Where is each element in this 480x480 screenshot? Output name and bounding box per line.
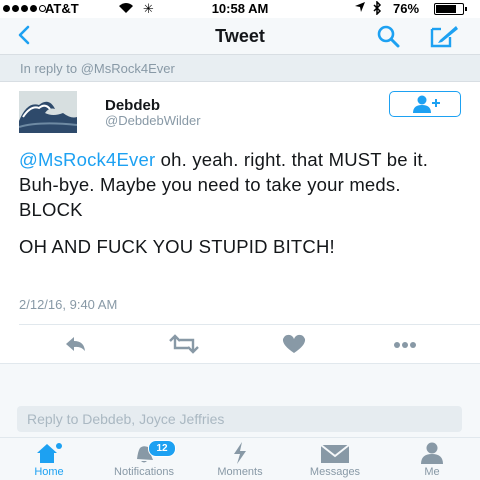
more-icon[interactable]: [385, 332, 425, 356]
conversation-spacer: [0, 363, 480, 403]
activity-spinner-icon: ✳: [143, 1, 154, 16]
search-icon[interactable]: [374, 22, 402, 50]
tweet-text-line2: OH AND FUCK YOU STUPID BITCH!: [19, 236, 335, 257]
carrier-name: AT&T: [45, 1, 79, 16]
avatar[interactable]: [19, 91, 77, 133]
bluetooth-icon: [372, 0, 382, 18]
wifi-icon: [118, 2, 134, 17]
tab-home[interactable]: Home: [8, 439, 90, 480]
compose-icon[interactable]: [428, 22, 462, 50]
retweet-icon[interactable]: [164, 332, 204, 356]
tab-me-label: Me: [424, 466, 440, 478]
tab-moments-label: Moments: [217, 466, 263, 478]
notification-count-badge: 12: [148, 440, 176, 457]
lightning-icon: [225, 441, 255, 468]
tab-messages[interactable]: Messages: [288, 439, 382, 480]
tab-notifications[interactable]: Notifications: [96, 439, 192, 480]
tweet-timestamp: 2/12/16, 9:40 AM: [19, 297, 118, 312]
tab-moments[interactable]: Moments: [198, 439, 282, 480]
tweet-text: @MsRock4Ever oh. yeah. right. that MUST …: [19, 147, 464, 271]
chevron-left-icon[interactable]: [12, 22, 38, 48]
home-icon: [34, 441, 64, 468]
status-bar: AT&T ✳ 10:58 AM 76%: [0, 0, 480, 18]
divider: [19, 324, 480, 325]
signal-strength-icon: [3, 5, 46, 13]
author-handle[interactable]: @DebdebWilder: [105, 113, 201, 128]
envelope-icon: [318, 441, 352, 468]
battery-fill: [436, 5, 456, 13]
location-arrow-icon: [354, 1, 366, 16]
reply-icon[interactable]: [54, 332, 94, 356]
like-icon[interactable]: [274, 332, 314, 356]
tab-messages-label: Messages: [309, 466, 361, 478]
mention-link[interactable]: @MsRock4Ever: [19, 149, 155, 170]
author-display-name[interactable]: Debdeb: [105, 97, 160, 114]
page-title: Tweet: [215, 26, 265, 46]
battery-percent: 76%: [393, 1, 420, 16]
tab-me[interactable]: Me: [400, 439, 464, 480]
add-user-icon: [413, 95, 440, 113]
tab-notifications-label: Notifications: [114, 466, 174, 478]
status-time: 10:58 AM: [211, 1, 269, 16]
tab-home-label: Home: [34, 466, 64, 478]
person-icon: [417, 441, 447, 468]
reply-input[interactable]: [17, 406, 462, 432]
follow-button[interactable]: [389, 91, 461, 117]
battery-icon: [434, 3, 467, 15]
reply-context-text[interactable]: In reply to @MsRock4Ever: [20, 61, 175, 76]
